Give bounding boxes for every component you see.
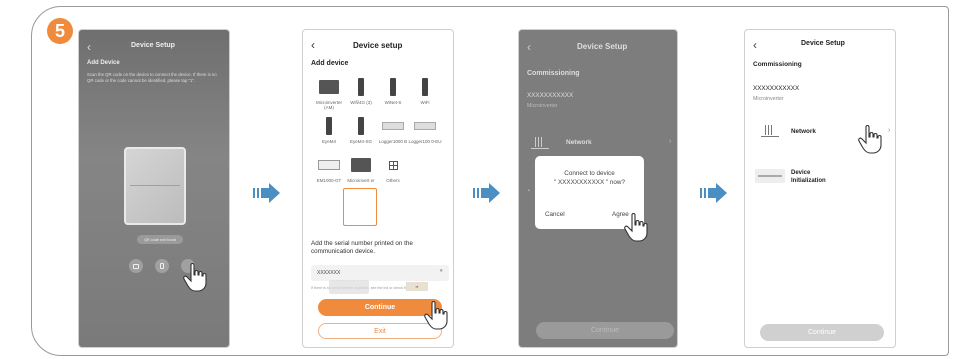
device-sn: XXXXXXXXXXX: [527, 92, 574, 99]
device-label: EM1000-GT: [316, 178, 342, 183]
label-tag-icon: ▪▪: [406, 282, 428, 291]
device-label: EyeM4-SG: [349, 139, 372, 144]
screen-commissioning: ‹ Device Setup Commissioning XXXXXXXXXXX…: [744, 29, 896, 348]
screen-title: Device Setup: [801, 40, 845, 47]
dialog-message-line2: " XXXXXXXXXXX " now?: [554, 179, 625, 186]
screen-title: Device Setup: [577, 42, 628, 51]
stick-icon[interactable]: [412, 76, 438, 98]
flow-arrow-icon: [253, 182, 281, 204]
screen-title: Device Setup: [131, 42, 175, 49]
hand-pointer-icon: [857, 124, 883, 154]
screen-heading: Add device: [311, 60, 349, 67]
device-label: Logger1000 B: [378, 139, 408, 144]
hand-pointer-icon: [182, 262, 208, 292]
network-icon: [761, 124, 779, 138]
network-item[interactable]: Network: [791, 128, 816, 135]
step-badge: 5: [47, 18, 73, 44]
serial-prompt: Add the serial number printed on the com…: [311, 240, 413, 255]
qr-not-found-button[interactable]: QR code not found: [137, 235, 183, 244]
device-label: WiNet-S: [384, 100, 402, 105]
microinverter-icon[interactable]: [316, 76, 342, 98]
serial-value: XXXXXXX: [317, 270, 341, 276]
serial-input[interactable]: XXXXXXX ●: [311, 265, 449, 281]
device-label-image: [329, 280, 369, 294]
clear-icon[interactable]: ●: [439, 268, 443, 274]
stick-icon[interactable]: [348, 115, 374, 137]
hand-pointer-icon: [623, 212, 649, 242]
microinverter-icon[interactable]: [348, 154, 374, 176]
logger-icon[interactable]: [412, 115, 438, 137]
meter-icon[interactable]: [316, 154, 342, 176]
device-label: Wifi/4G (3): [350, 100, 372, 105]
scan-instructions: Scan the QR code on the device to connec…: [87, 72, 217, 83]
album-icon[interactable]: [129, 259, 143, 273]
back-icon[interactable]: ‹: [311, 38, 315, 52]
scan-frame: [124, 147, 186, 225]
device-label: Logger100 0-EU: [408, 139, 442, 144]
screen-heading: Add Device: [87, 60, 120, 66]
hand-pointer-icon: [423, 300, 449, 330]
back-icon[interactable]: ‹: [87, 40, 91, 54]
device-label: Microinvert er: [347, 178, 375, 183]
screen-add-device: ‹ Device setup Add device Microinverter …: [302, 29, 454, 348]
device-sn: XXXXXXXXXXX: [753, 85, 800, 92]
flow-arrow-icon: [473, 182, 501, 204]
scan-line: [130, 185, 180, 186]
device-type: Microinverter: [527, 103, 558, 109]
network-item[interactable]: Network: [566, 139, 592, 146]
stick-icon[interactable]: [316, 115, 342, 137]
stick-icon[interactable]: [380, 76, 406, 98]
grid-icon[interactable]: [380, 154, 406, 176]
back-icon[interactable]: ‹: [753, 38, 757, 52]
screen-heading: Commissioning: [753, 61, 802, 68]
stick-icon[interactable]: [348, 76, 374, 98]
device-init-label-2[interactable]: Initialization: [791, 178, 826, 184]
flashlight-icon[interactable]: [155, 259, 169, 273]
device-label: Others: [386, 178, 400, 183]
logger-icon[interactable]: [380, 115, 406, 137]
device-type: Microinverter: [753, 96, 784, 102]
flow-arrow-icon: [700, 182, 728, 204]
cancel-button[interactable]: Cancel: [545, 211, 565, 218]
screen-title: Device setup: [353, 41, 403, 50]
device-init-icon: [755, 169, 785, 183]
dialog-message-line1: Connect to device: [564, 170, 615, 177]
screen-heading: Commissioning: [527, 70, 580, 77]
network-icon: [531, 136, 549, 150]
list-bullet-icon: •: [528, 188, 530, 194]
screen-scan-qr: ‹ Device Setup Add Device Scan the QR co…: [78, 29, 230, 348]
screen-commissioning-dialog: ‹ Device Setup Commissioning XXXXXXXXXXX…: [518, 29, 678, 348]
device-label: WiFi: [420, 100, 430, 105]
continue-button[interactable]: Continue: [760, 324, 884, 341]
continue-button[interactable]: Continue: [536, 322, 674, 339]
chevron-right-icon: ›: [669, 138, 672, 145]
back-icon[interactable]: ‹: [527, 40, 531, 54]
device-label: Microinverter (AM): [315, 100, 342, 110]
chevron-right-icon: ›: [888, 127, 891, 134]
device-init-label-1[interactable]: Device: [791, 170, 810, 176]
selected-device-highlight: [343, 188, 377, 226]
device-label: EyeM4: [321, 139, 336, 144]
